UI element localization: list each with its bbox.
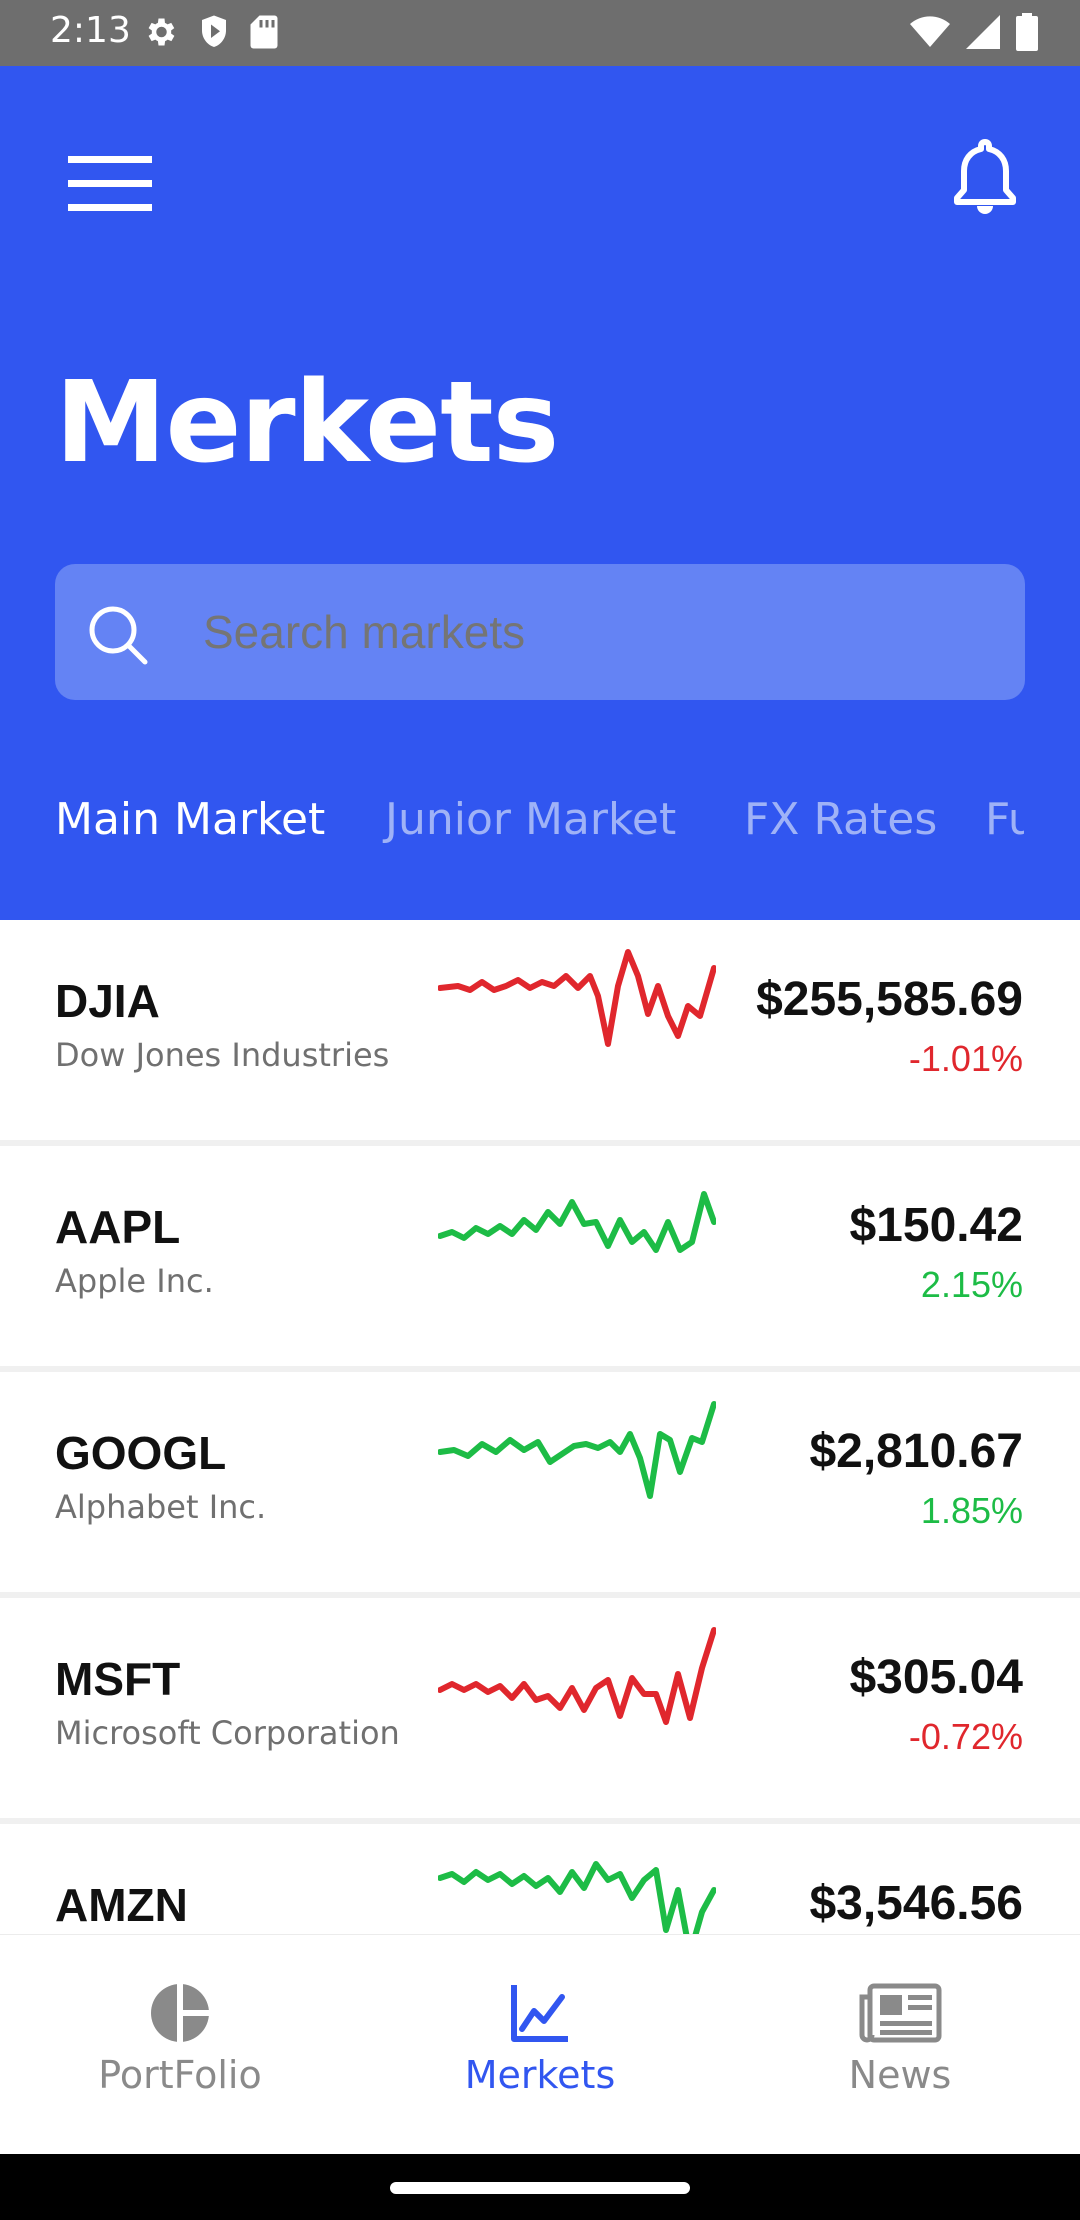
market-change: 1.85% xyxy=(920,1490,1023,1531)
search-box[interactable] xyxy=(55,564,1025,700)
sparkline-chart xyxy=(438,1861,716,1934)
gesture-navigation-area xyxy=(0,2154,1080,2220)
nav-label: Merkets xyxy=(464,2053,616,2097)
market-row-amzn[interactable]: AMZN $3,546.56 xyxy=(0,1824,1080,1934)
tab-futures[interactable]: Fu xyxy=(985,794,1024,845)
market-change: -0.72% xyxy=(908,1716,1023,1757)
page-title: Merkets xyxy=(55,358,559,488)
market-row-msft[interactable]: MSFT Microsoft Corporation $305.04 -0.72… xyxy=(0,1598,1080,1818)
market-tabs: Main Market Junior Market FX Rates Fu xyxy=(0,794,1024,874)
line-chart-icon xyxy=(511,1985,568,2042)
sparkline-chart xyxy=(438,949,716,1047)
home-gesture-handle[interactable] xyxy=(390,2182,690,2194)
search-icon xyxy=(89,606,148,665)
tab-main-market[interactable]: Main Market xyxy=(55,794,325,845)
market-change: -1.01% xyxy=(908,1038,1023,1079)
pie-chart-icon xyxy=(151,1983,210,2043)
hamburger-menu-icon[interactable] xyxy=(68,154,152,214)
market-price: $2,810.67 xyxy=(809,1425,1023,1478)
market-change: 2.15% xyxy=(920,1264,1023,1305)
nav-label: PortFolio xyxy=(98,2053,262,2097)
sparkline-chart xyxy=(438,1627,716,1725)
tab-junior-market[interactable]: Junior Market xyxy=(385,794,676,845)
cell-signal-icon xyxy=(966,15,1000,49)
bell-icon[interactable] xyxy=(950,138,1020,218)
bottom-navigation: PortFolio Merkets News xyxy=(0,1934,1080,2154)
market-row-googl[interactable]: GOOGL Alphabet Inc. $2,810.67 1.85% xyxy=(0,1372,1080,1592)
status-time: 2:13 xyxy=(50,10,131,51)
sd-card-icon xyxy=(250,15,278,49)
status-left-icons xyxy=(142,12,278,52)
market-name: Apple Inc. xyxy=(55,1262,214,1300)
header: Merkets Main Market Junior Market FX Rat… xyxy=(0,66,1080,920)
market-list: DJIA Dow Jones Industries $255,585.69 -1… xyxy=(0,920,1080,1934)
market-symbol: DJIA xyxy=(55,975,160,1027)
shield-play-icon xyxy=(202,15,226,47)
market-symbol: MSFT xyxy=(55,1653,181,1705)
market-symbol: AMZN xyxy=(55,1879,188,1931)
nav-markets[interactable]: Merkets xyxy=(360,1935,720,2155)
nav-portfolio[interactable]: PortFolio xyxy=(0,1935,360,2155)
status-right-icons xyxy=(910,12,1038,52)
market-symbol: GOOGL xyxy=(55,1427,227,1479)
market-row-aapl[interactable]: AAPL Apple Inc. $150.42 2.15% xyxy=(0,1146,1080,1366)
market-price: $150.42 xyxy=(849,1199,1023,1252)
sparkline-chart xyxy=(438,1191,716,1253)
tab-fx-rates[interactable]: FX Rates xyxy=(744,794,937,845)
market-price: $255,585.69 xyxy=(756,973,1023,1026)
market-price: $3,546.56 xyxy=(809,1877,1023,1930)
settings-gear-icon xyxy=(148,18,175,46)
status-bar: 2:13 xyxy=(0,0,1080,66)
battery-icon xyxy=(1016,13,1038,51)
nav-label: News xyxy=(848,2053,952,2097)
market-name: Dow Jones Industries xyxy=(55,1036,390,1074)
sparkline-chart xyxy=(438,1401,716,1499)
search-input[interactable] xyxy=(203,564,1003,700)
market-name: Microsoft Corporation xyxy=(55,1714,400,1752)
market-name: Alphabet Inc. xyxy=(55,1488,267,1526)
market-row-djia[interactable]: DJIA Dow Jones Industries $255,585.69 -1… xyxy=(0,920,1080,1140)
market-price: $305.04 xyxy=(849,1651,1023,1704)
newspaper-icon xyxy=(859,1983,942,2043)
market-symbol: AAPL xyxy=(55,1201,181,1253)
wifi-icon xyxy=(910,16,950,47)
nav-news[interactable]: News xyxy=(720,1935,1080,2155)
